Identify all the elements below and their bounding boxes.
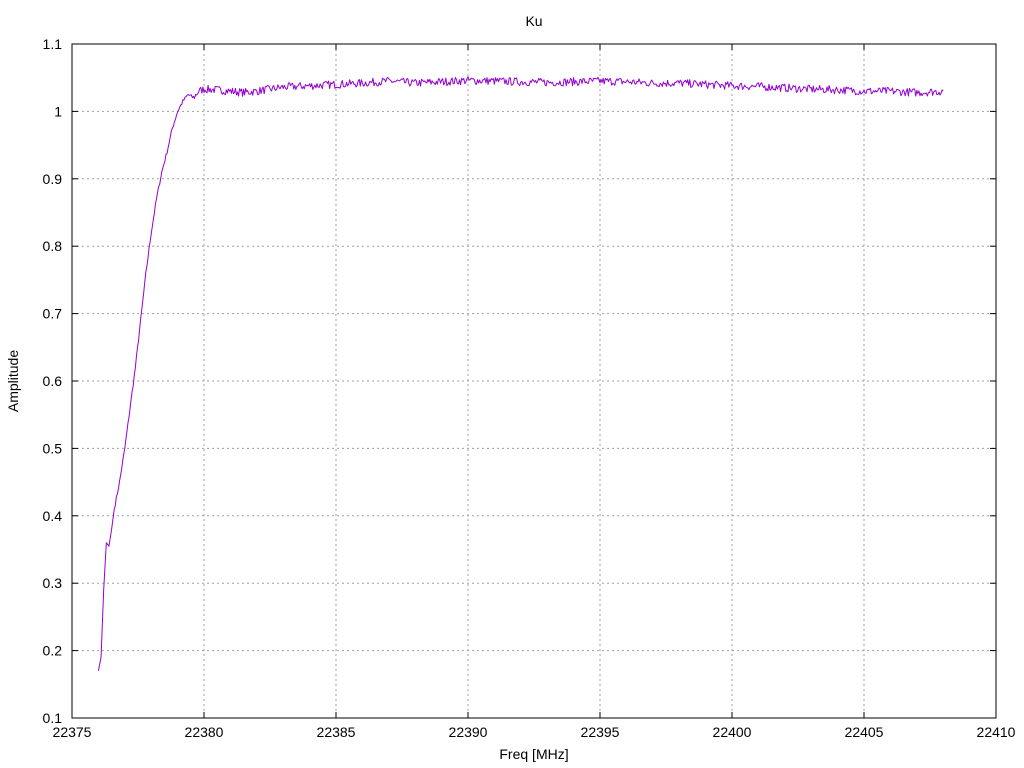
x-tick-label: 22400 [713, 724, 752, 740]
x-tick-label: 22395 [581, 724, 620, 740]
y-tick-label: 0.9 [43, 171, 63, 187]
x-tick-label: 22380 [185, 724, 224, 740]
x-tick-label: 22410 [977, 724, 1016, 740]
y-tick-label: 0.8 [43, 238, 63, 254]
y-tick-label: 0.6 [43, 373, 63, 389]
y-axis-label: Amplitude [5, 350, 21, 412]
chart-background [0, 0, 1024, 768]
x-tick-label: 22375 [53, 724, 92, 740]
y-tick-label: 0.5 [43, 440, 63, 456]
y-tick-label: 0.7 [43, 306, 63, 322]
y-tick-label: 1.1 [43, 36, 63, 52]
y-tick-label: 0.3 [43, 575, 63, 591]
x-tick-label: 22390 [449, 724, 488, 740]
y-tick-label: 0.1 [43, 710, 63, 726]
chart-title: Ku [525, 13, 542, 29]
chart: 22375 22380 22385 22390 22395 22400 22405 22410… [0, 0, 1024, 768]
y-tick-label: 0.4 [43, 508, 63, 524]
x-axis-label: Freq [MHz] [499, 746, 568, 762]
x-tick-label: 22405 [845, 724, 884, 740]
y-tick-label: 0.2 [43, 643, 63, 659]
x-tick-label: 22385 [317, 724, 356, 740]
y-tick-label: 1 [54, 103, 62, 119]
